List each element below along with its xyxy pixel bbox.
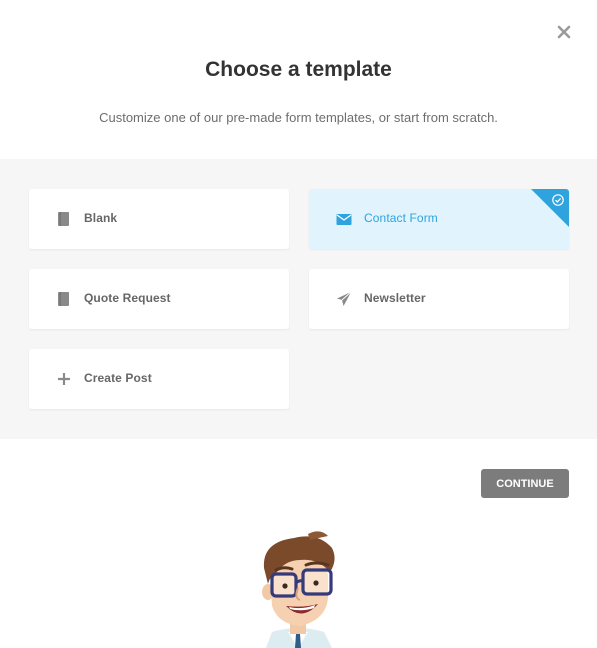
- template-label: Blank: [84, 211, 118, 225]
- envelope-icon: [336, 214, 352, 225]
- template-label: Contact Form: [364, 211, 438, 225]
- modal-subtitle: Customize one of our pre-made form templ…: [99, 110, 498, 125]
- template-label: Newsletter: [364, 291, 426, 305]
- template-card-contact-form[interactable]: Contact Form: [309, 189, 569, 249]
- close-icon[interactable]: [554, 22, 574, 42]
- mascot-illustration: [262, 531, 335, 648]
- check-circle-icon: [552, 194, 564, 206]
- book-icon: [58, 212, 69, 226]
- template-label: Create Post: [84, 371, 152, 385]
- template-modal: Choose a template Customize one of our p…: [0, 0, 597, 648]
- template-card-quote-request[interactable]: Quote Request: [29, 269, 289, 329]
- template-card-newsletter[interactable]: Newsletter: [309, 269, 569, 329]
- paper-plane-icon: [337, 291, 352, 306]
- plus-icon: [58, 373, 70, 385]
- template-label: Quote Request: [84, 291, 171, 305]
- continue-button[interactable]: CONTINUE: [481, 469, 569, 498]
- book-icon: [58, 292, 69, 306]
- template-card-blank[interactable]: Blank: [29, 189, 289, 249]
- modal-title: Choose a template: [205, 58, 392, 81]
- template-grid: Blank Contact Form Quote Request Newslet…: [0, 159, 597, 439]
- template-card-create-post[interactable]: Create Post: [29, 349, 289, 409]
